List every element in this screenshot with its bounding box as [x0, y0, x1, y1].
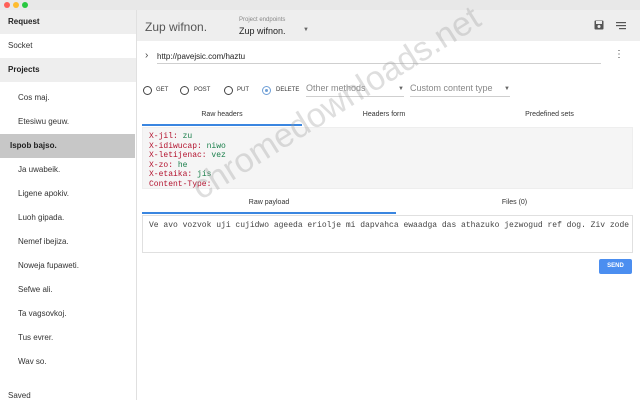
- tab-raw-headers[interactable]: Raw headers: [142, 104, 302, 126]
- radio-put[interactable]: [224, 86, 233, 95]
- tab-predefined-sets[interactable]: Predefined sets: [466, 104, 633, 126]
- chevron-right-icon[interactable]: ›: [145, 50, 148, 61]
- menu-icon[interactable]: [615, 19, 627, 31]
- sidebar-project-item[interactable]: Wav so.: [0, 350, 136, 374]
- sidebar-project-item[interactable]: Etesiwu geuw.: [0, 110, 136, 134]
- close-window-button[interactable]: [4, 2, 10, 8]
- payload-editor[interactable]: Ve avo vozvok uji cujidwo ageeda eriolje…: [142, 215, 633, 253]
- save-icon[interactable]: [593, 19, 605, 31]
- sidebar-project-item[interactable]: Ispob bajso.: [0, 134, 135, 158]
- sidebar-project-item[interactable]: Cos maj.: [0, 86, 136, 110]
- method-label-put: PUT: [237, 87, 249, 93]
- endpoint-label: Project endpoints: [239, 17, 286, 23]
- maximize-window-button[interactable]: [22, 2, 28, 8]
- radio-post[interactable]: [180, 86, 189, 95]
- other-methods-select[interactable]: Other methods ▼: [306, 83, 404, 97]
- header-key: X-etaika:: [149, 170, 193, 179]
- header-key: X-zo:: [149, 160, 174, 170]
- header-key: X-idiwucap:: [149, 141, 202, 151]
- payload-tabs: Raw payload Files (0): [142, 192, 633, 214]
- header-key: Content-Type:: [149, 179, 212, 189]
- header-line: X-jil: zu: [149, 132, 626, 142]
- tab-raw-payload[interactable]: Raw payload: [142, 192, 396, 214]
- url-row: › ⋮: [137, 48, 640, 66]
- chevron-down-icon: ▼: [398, 86, 404, 92]
- sidebar-project-item[interactable]: Ja uwabeik.: [0, 158, 136, 182]
- tab-headers-form[interactable]: Headers form: [302, 104, 466, 126]
- sidebar-project-item[interactable]: Ligene apokiv.: [0, 182, 136, 206]
- chevron-down-icon[interactable]: ▼: [303, 27, 309, 33]
- sidebar-request[interactable]: Request: [0, 10, 136, 34]
- sidebar-project-item[interactable]: Luoh gipada.: [0, 206, 136, 230]
- sidebar-project-item[interactable]: Noweja fupaweti.: [0, 254, 136, 278]
- project-title: Zup wifnon.: [145, 20, 208, 34]
- send-button[interactable]: SEND: [599, 259, 632, 274]
- url-input[interactable]: [157, 50, 601, 64]
- sidebar-projects[interactable]: Projects: [0, 58, 136, 82]
- title-bar: [0, 0, 640, 10]
- minimize-window-button[interactable]: [13, 2, 19, 8]
- sidebar-project-item[interactable]: Ta vagsovkoj.: [0, 302, 136, 326]
- headers-tabs: Raw headers Headers form Predefined sets: [142, 104, 633, 126]
- header-value: vez: [211, 151, 226, 160]
- header-line: X-zo: he: [149, 161, 626, 171]
- header-line: X-etaika: jis: [149, 170, 626, 180]
- header-line: X-idiwucap: niwo: [149, 142, 626, 152]
- header-value: jis: [197, 170, 212, 179]
- method-label-delete: DELETE: [276, 87, 300, 93]
- sidebar-socket[interactable]: Socket: [0, 34, 136, 58]
- radio-get[interactable]: [143, 86, 152, 95]
- header-line: Content-Type:: [149, 180, 626, 190]
- header-value: niwo: [206, 141, 226, 151]
- method-label-get: GET: [156, 87, 169, 93]
- content-type-label: Custom content type: [410, 83, 493, 93]
- project-list: Cos maj. Etesiwu geuw. Ispob bajso. Ja uwab…: [0, 82, 136, 374]
- header-key: X-letijenac:: [149, 151, 207, 160]
- sidebar-project-item[interactable]: Nemef ibejiza.: [0, 230, 136, 254]
- chevron-down-icon: ▼: [504, 86, 510, 92]
- sidebar-project-item[interactable]: Sefwe ali.: [0, 278, 136, 302]
- toolbar: Zup wifnon. Project endpoints Zup wifnon…: [137, 10, 640, 41]
- header-key: X-jil:: [149, 132, 178, 141]
- method-selector: GET POST PUT DELETE Other methods ▼ Cust…: [137, 82, 640, 100]
- header-value: zu: [182, 132, 193, 141]
- header-line: X-letijenac: vez: [149, 151, 626, 161]
- method-label-post: POST: [194, 87, 211, 93]
- content-type-select[interactable]: Custom content type ▼: [410, 83, 510, 97]
- endpoint-select[interactable]: Zup wifnon.: [239, 26, 286, 36]
- sidebar-project-item[interactable]: Tus evrer.: [0, 326, 136, 350]
- sidebar: Request Socket Projects Cos maj. Etesiwu …: [0, 10, 137, 400]
- other-methods-label: Other methods: [306, 83, 366, 93]
- tab-files[interactable]: Files (0): [396, 192, 633, 214]
- raw-headers-editor[interactable]: X-jil: zu X-idiwucap: niwo X-letijenac: ve…: [142, 127, 633, 189]
- radio-delete[interactable]: [262, 86, 271, 95]
- sidebar-saved[interactable]: Saved: [8, 391, 31, 400]
- more-vert-icon[interactable]: ⋮: [613, 49, 625, 63]
- header-value: he: [177, 160, 188, 170]
